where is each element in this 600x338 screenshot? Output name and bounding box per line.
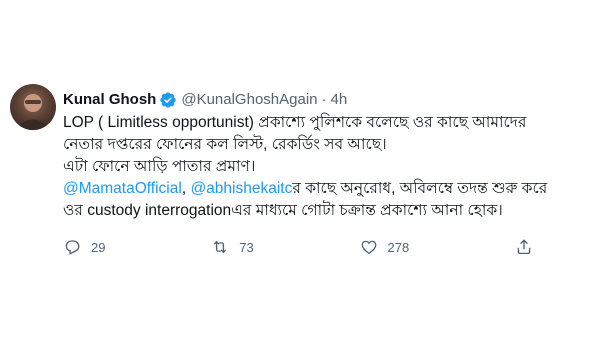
reply-button[interactable]: 29: [63, 238, 105, 256]
tweet-text: LOP ( Limitless opportunist) প্রকাশ্যে প…: [63, 112, 563, 222]
tweet-text-line: LOP ( Limitless opportunist) প্রকাশ্যে প…: [63, 114, 527, 131]
tweet-content: Kunal Ghosh @KunalGhoshAgain · 4h LOP ( …: [63, 90, 580, 256]
retweet-icon: [214, 240, 227, 254]
like-count: 278: [387, 239, 410, 255]
tweet-header: Kunal Ghosh @KunalGhoshAgain · 4h: [63, 90, 580, 110]
retweet-button[interactable]: 73: [211, 238, 254, 256]
tweet-text-line: @MamataOfficial, @abhishekaitcর কাছে অনু…: [63, 178, 563, 200]
tweet-text-fragment: র কাছে অনুরোধ, অবিলম্বে তদন্ত শুরু করে: [292, 180, 548, 197]
avatar[interactable]: [10, 84, 56, 130]
author-name[interactable]: Kunal Ghosh: [63, 90, 156, 110]
heart-icon: [361, 240, 376, 255]
author-handle[interactable]: @KunalGhoshAgain: [181, 90, 317, 110]
avatar-image: [18, 94, 48, 130]
reply-count: 29: [91, 239, 106, 255]
verified-badge-icon: [160, 92, 177, 108]
reply-icon: [65, 240, 80, 255]
tweet-text-line: নেতার দপ্তরের ফোনের কল লিস্ট, রেকর্ডিং স…: [63, 136, 387, 153]
tweet-timestamp[interactable]: 4h: [331, 90, 348, 110]
share-icon: [517, 239, 531, 255]
separator-dot: ·: [321, 91, 327, 108]
tweet-text-line: ওর custody interrogationএর মাধ্যমে গোটা …: [63, 202, 503, 219]
tweet-actions: 29 73 278: [63, 238, 533, 256]
mention-link[interactable]: @MamataOfficial: [63, 180, 182, 197]
mention-link[interactable]: @abhishekaitc: [190, 180, 292, 197]
share-button[interactable]: [515, 238, 533, 256]
tweet-card[interactable]: Kunal Ghosh @KunalGhoshAgain · 4h LOP ( …: [0, 0, 600, 338]
retweet-count: 73: [239, 239, 254, 255]
like-button[interactable]: 278: [360, 238, 410, 256]
tweet-text-line: এটা ফোনে আড়ি পাতার প্রমাণ।: [63, 158, 256, 175]
